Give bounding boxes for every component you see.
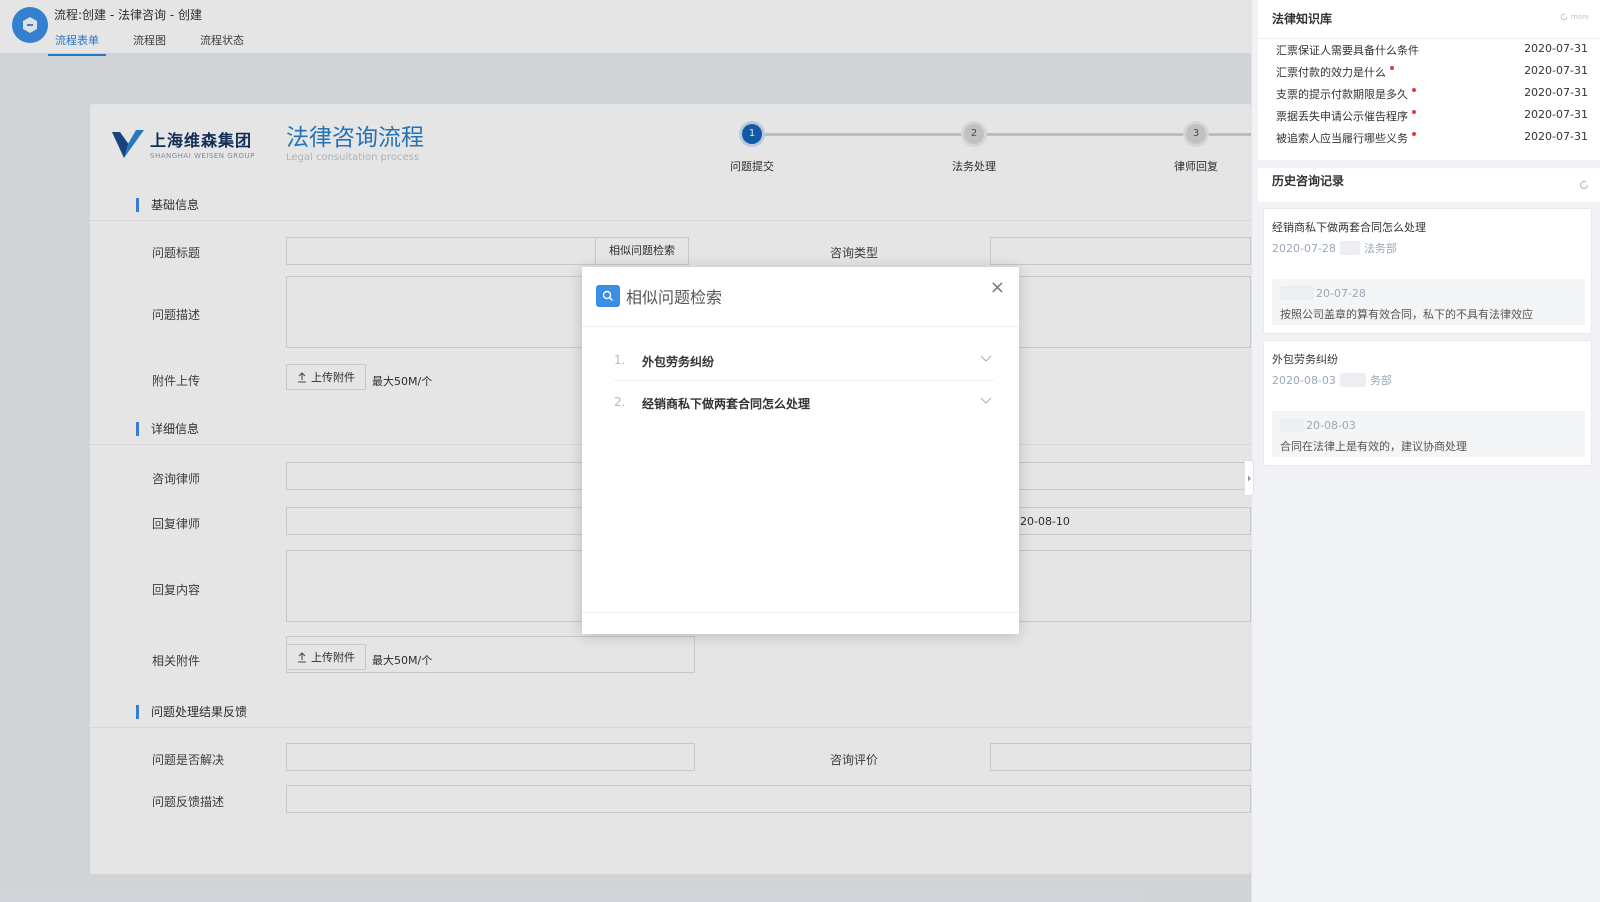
kb-item-title: 票据丢失申请公示催告程序 (1276, 110, 1408, 123)
kb-list-item[interactable]: 票据丢失申请公示催告程序 2020-07-31 (1276, 108, 1588, 124)
result-item[interactable]: 1. 外包劳务纠纷 (614, 339, 994, 381)
kb-item-title: 支票的提示付款期限是多久 (1276, 88, 1408, 101)
kb-item-title: 汇票保证人需要具备什么条件 (1276, 44, 1419, 57)
chevron-down-icon[interactable] (980, 352, 992, 364)
chevron-down-icon[interactable] (980, 394, 992, 406)
history-dept: 法务部 (1363, 242, 1397, 255)
chevron-right-icon (1247, 475, 1251, 481)
reply-text: 按照公司盖章的算有效合同，私下的不具有法律效应 (1280, 308, 1533, 321)
kb-item-date: 2020-07-31 (1524, 42, 1588, 55)
modal-footer (582, 612, 1019, 634)
kb-item-title: 汇票付款的效力是什么 (1276, 66, 1386, 79)
modal-title: 相似问题检索 (626, 288, 723, 307)
kb-more-link[interactable]: more (1560, 13, 1589, 21)
redacted-name (1339, 373, 1366, 387)
result-number: 2. (614, 395, 626, 409)
new-dot-icon (1412, 110, 1416, 114)
history-dept: 务部 (1369, 374, 1392, 387)
modal-header: 相似问题检索 × (582, 267, 1019, 327)
close-icon[interactable]: × (990, 277, 1005, 298)
kb-list-item[interactable]: 汇票保证人需要具备什么条件 2020-07-31 (1276, 42, 1588, 58)
kb-title: 法律知识库 (1272, 12, 1333, 26)
reply-meta: 20-07-28 (1280, 286, 1366, 300)
redacted-name (1280, 418, 1304, 432)
result-item[interactable]: 2. 经销商私下做两套合同怎么处理 (614, 381, 994, 423)
new-dot-icon (1412, 88, 1416, 92)
history-question: 经销商私下做两套合同怎么处理 (1272, 221, 1426, 234)
reply-meta: 20-08-03 (1280, 418, 1356, 432)
new-dot-icon (1412, 132, 1416, 136)
history-title: 历史咨询记录 (1272, 174, 1345, 188)
result-title: 经销商私下做两套合同怎么处理 (642, 397, 811, 411)
result-title: 外包劳务纠纷 (642, 355, 715, 369)
similar-search-modal: 相似问题检索 × 1. 外包劳务纠纷 2. 经销商私下做两套合同怎么处理 (582, 267, 1019, 634)
history-header: 历史咨询记录 (1258, 168, 1600, 202)
history-date: 2020-07-28 (1272, 241, 1336, 255)
kb-item-date: 2020-07-31 (1524, 64, 1588, 77)
reply-text: 合同在法律上是有效的，建议协商处理 (1280, 440, 1467, 453)
divider (1258, 38, 1600, 39)
kb-list-item[interactable]: 被追索人应当履行哪些义务 2020-07-31 (1276, 130, 1588, 146)
kb-item-date: 2020-07-31 (1524, 130, 1588, 143)
history-meta: 2020-08-03 务部 (1272, 372, 1392, 388)
kb-more-label: more (1570, 13, 1589, 21)
search-icon (596, 285, 620, 307)
kb-list-item[interactable]: 汇票付款的效力是什么 2020-07-31 (1276, 64, 1588, 80)
reply-date: 20-08-03 (1306, 418, 1356, 432)
redacted-name (1339, 241, 1360, 255)
history-card[interactable]: 经销商私下做两套合同怎么处理 2020-07-28 法务部 20-07-28 按… (1263, 208, 1592, 334)
kb-list-item[interactable]: 支票的提示付款期限是多久 2020-07-31 (1276, 86, 1588, 102)
result-number: 1. (614, 353, 626, 367)
new-dot-icon (1390, 66, 1394, 70)
kb-item-title: 被追索人应当履行哪些义务 (1276, 132, 1408, 145)
knowledge-base-panel: 法律知识库 more 汇票保证人需要具备什么条件 2020-07-31 汇票付款… (1258, 0, 1600, 160)
history-reply: 20-07-28 按照公司盖章的算有效合同，私下的不具有法律效应 (1272, 279, 1585, 325)
history-question: 外包劳务纠纷 (1272, 353, 1338, 366)
panel-collapse-toggle[interactable] (1244, 460, 1254, 496)
history-date: 2020-08-03 (1272, 373, 1336, 387)
kb-item-date: 2020-07-31 (1524, 86, 1588, 99)
right-panel: 法律知识库 more 汇票保证人需要具备什么条件 2020-07-31 汇票付款… (1251, 0, 1600, 902)
redacted-name (1280, 286, 1314, 300)
refresh-icon (1560, 13, 1568, 21)
refresh-icon[interactable] (1579, 180, 1589, 190)
reply-date: 20-07-28 (1316, 286, 1366, 300)
kb-item-date: 2020-07-31 (1524, 108, 1588, 121)
history-card[interactable]: 外包劳务纠纷 2020-08-03 务部 20-08-03 合同在法律上是有效的… (1263, 340, 1592, 466)
history-meta: 2020-07-28 法务部 (1272, 240, 1397, 256)
history-reply: 20-08-03 合同在法律上是有效的，建议协商处理 (1272, 411, 1585, 457)
